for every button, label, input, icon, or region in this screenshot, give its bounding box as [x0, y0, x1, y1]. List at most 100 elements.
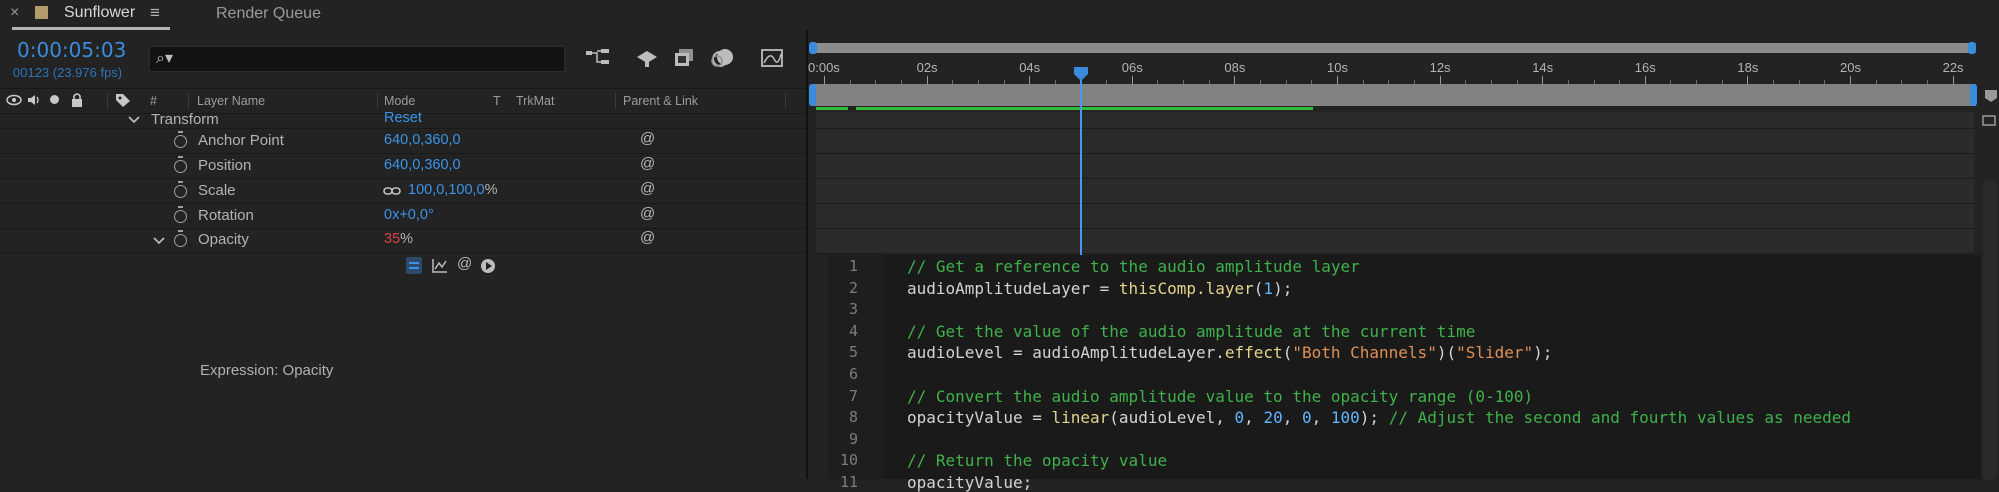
lock-icon[interactable] [70, 92, 84, 108]
property-label: Scale [198, 182, 236, 199]
current-timecode[interactable]: 0:00:05:03 [17, 38, 126, 62]
draft-3d-icon[interactable] [635, 47, 659, 69]
code-token: 1 [1263, 278, 1274, 298]
vertical-scrollbar[interactable] [1983, 180, 1997, 480]
property-label: Position [198, 157, 252, 174]
time-navigator-bar[interactable] [812, 43, 1976, 53]
motion-blur-icon[interactable] [711, 46, 735, 70]
pick-whip-icon[interactable]: @ [640, 205, 655, 222]
code-token: , [1244, 408, 1264, 428]
stopwatch-icon[interactable] [174, 156, 187, 173]
graph-editor-icon[interactable] [760, 47, 784, 69]
comp-tab-sunflower[interactable]: Sunflower [64, 4, 135, 22]
expression-enable-toggle[interactable] [406, 257, 422, 274]
layer-search-input[interactable]: ⌕▾ [149, 46, 565, 72]
anchor-point-value[interactable]: 640,0,360,0 [384, 132, 461, 148]
ruler-tick-label: 0:00s [808, 60, 840, 75]
code-line[interactable]: // Get a reference to the audio amplitud… [907, 257, 1360, 276]
work-area-end-handle[interactable] [1970, 84, 1977, 106]
code-token: (audioLevel, [1109, 408, 1235, 428]
rotation-value[interactable]: 0x+0,0° [384, 207, 434, 223]
chevron-down-icon[interactable] [153, 236, 165, 246]
comp-color-swatch [35, 6, 48, 19]
close-tab-icon[interactable]: × [10, 4, 19, 22]
position-value[interactable]: 640,0,360,0 [384, 157, 461, 173]
stopwatch-icon[interactable] [174, 131, 187, 148]
transform-reset-link[interactable]: Reset [384, 110, 422, 126]
line-number: 6 [848, 365, 858, 383]
eye-icon[interactable] [6, 94, 22, 106]
ruler-tick-mark [1850, 76, 1851, 84]
pick-whip-icon[interactable]: @ [640, 130, 655, 147]
scale-value[interactable]: 100,0,100,0% [408, 182, 498, 198]
navigator-start-handle[interactable] [809, 42, 817, 54]
stopwatch-icon[interactable] [174, 206, 187, 223]
solo-icon[interactable] [50, 95, 59, 104]
ruler-tick-label: 04s [1019, 60, 1041, 75]
code-line[interactable]: // Get the value of the audio amplitude … [907, 322, 1475, 341]
property-row-opacity: Opacity 35% @ [0, 228, 806, 253]
code-token: 20 [1263, 408, 1283, 428]
pick-whip-icon[interactable]: @ [640, 180, 655, 197]
track-row [816, 179, 1974, 204]
opacity-unit: % [400, 231, 414, 247]
audio-speaker-icon[interactable] [26, 93, 42, 107]
ruler-tick-label: 08s [1224, 60, 1246, 75]
ruler-tick-mark [1747, 76, 1749, 84]
tab-menu-icon[interactable]: ≡ [150, 3, 160, 23]
property-label: Opacity [198, 231, 249, 248]
code-token: effect [1224, 343, 1283, 363]
pick-whip-icon[interactable]: @ [640, 229, 655, 246]
column-mode: Mode [384, 94, 416, 108]
column-trkmat: TrkMat [516, 94, 555, 108]
code-line[interactable]: audioLevel = audioAmplitudeLayer.effect(… [907, 343, 1552, 362]
opacity-value[interactable]: 35 [384, 231, 400, 247]
tab-render-queue[interactable]: Render Queue [216, 5, 321, 23]
code-token: linear [1051, 408, 1110, 428]
column-t: T [493, 94, 501, 108]
chevron-down-icon[interactable] [128, 115, 140, 125]
line-number: 5 [848, 343, 858, 362]
line-number: 7 [848, 386, 858, 405]
navigator-end-handle[interactable] [1968, 42, 1976, 54]
code-line[interactable]: // Convert the audio amplitude value to … [907, 387, 1533, 406]
transform-group-row: Transform Reset [0, 110, 806, 129]
column-layer-name[interactable]: Layer Name [197, 94, 265, 108]
comp-button-icon[interactable] [1980, 114, 1998, 128]
code-line[interactable]: audioAmplitudeLayer = thisComp.layer(1); [907, 279, 1292, 298]
expression-graph-icon[interactable] [431, 258, 449, 274]
frame-count: 00123 (23.976 fps) [13, 65, 123, 80]
code-token: ); [1273, 278, 1293, 298]
code-line[interactable]: opacityValue = linear(audioLevel, 0, 20,… [907, 408, 1851, 427]
work-area-bar[interactable] [812, 84, 1976, 106]
comp-flowchart-icon[interactable] [585, 48, 611, 68]
expression-editor[interactable]: 1 // Get a reference to the audio amplitu… [828, 255, 1981, 492]
property-label: Anchor Point [198, 132, 284, 149]
playhead[interactable] [1073, 66, 1089, 256]
line-number: 9 [848, 429, 858, 448]
expression-language-menu-icon[interactable] [480, 258, 496, 274]
work-area-start-handle[interactable] [809, 84, 816, 106]
code-token: opacityValue; [907, 473, 1033, 492]
code-line[interactable]: // Return the opacity value [907, 451, 1167, 470]
pick-whip-icon[interactable]: @ [640, 155, 655, 172]
ruler-tick-label: 16s [1634, 60, 1656, 75]
code-token: ); [1533, 343, 1553, 363]
timeline-marker-icon[interactable] [1983, 88, 1999, 104]
constrain-proportions-link-icon[interactable] [383, 186, 401, 196]
code-token: , [1311, 408, 1331, 428]
code-token: ( [1282, 343, 1293, 363]
line-number: 8 [848, 408, 858, 427]
expression-pick-whip-icon[interactable]: @ [457, 255, 472, 272]
stopwatch-icon[interactable] [174, 181, 187, 198]
label-tag-icon[interactable] [114, 92, 132, 108]
property-row-anchor-point: Anchor Point 640,0,360,0 @ [0, 129, 806, 154]
code-token: // Convert the audio amplitude value to … [907, 386, 1534, 406]
code-line[interactable]: opacityValue; [907, 473, 1032, 492]
time-ruler[interactable]: 0:00s 02s 04s 06s 08s 10s 12s 14s 16s 18s 20s 22s [808, 54, 1978, 84]
code-token: ); [1359, 408, 1389, 428]
stopwatch-icon[interactable] [174, 230, 187, 247]
frame-blending-icon[interactable] [673, 47, 695, 69]
scale-number[interactable]: 100,0,100,0 [408, 182, 485, 198]
ruler-tick-mark [1542, 76, 1544, 84]
